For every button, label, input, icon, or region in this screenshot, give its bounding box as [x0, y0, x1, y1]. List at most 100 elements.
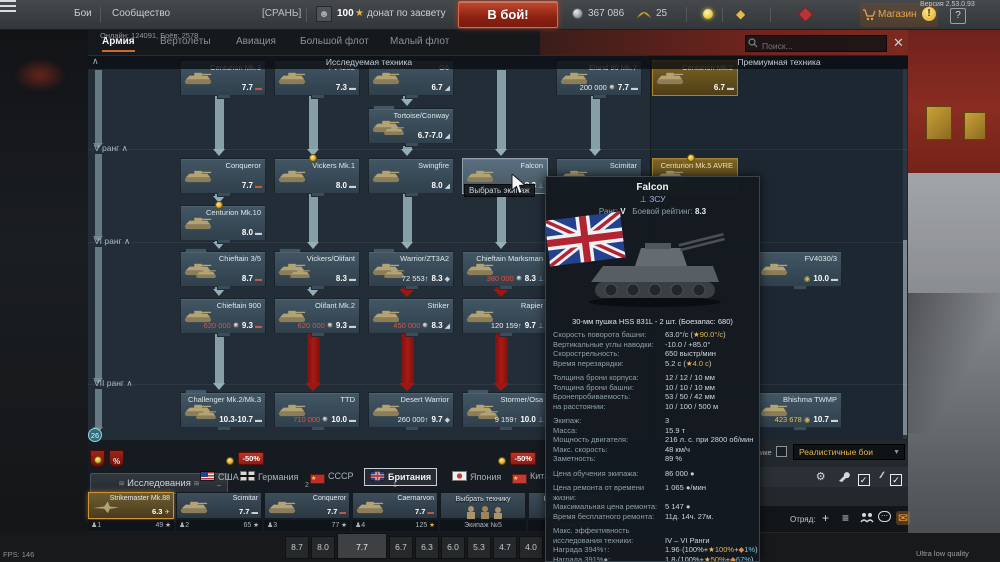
br-tab-5.3[interactable]: 5.3 [467, 536, 491, 559]
vehicle-tile-ttd[interactable]: TTD710 000 10.0▬ [274, 392, 360, 428]
vehicle-tile-centurion-mk-10[interactable]: Centurion Mk.108.0▬ [180, 205, 266, 241]
vehicle-tile-desert-warrior[interactable]: Desert Warrior260 000↑9.7◆ [368, 392, 454, 428]
add-squad-icon[interactable]: + [822, 511, 829, 525]
vehicle-tile-chieftain-marksman[interactable]: Chieftain Marksman380 000 8.3⊥ [462, 251, 548, 287]
vehicle-name: Vickers Mk.1 [312, 161, 355, 170]
br-filter-strip: 8.78.07.76.76.36.05.34.74.0 [0, 533, 1000, 562]
nation-tab-jp[interactable]: Япония [452, 471, 501, 489]
br-tab-4.7[interactable]: 4.7 [493, 536, 517, 559]
help-button[interactable]: ? [950, 8, 966, 24]
silver-lions-amount[interactable]: 367 086 [588, 8, 624, 19]
vehicle-tile-vickers-mk-1[interactable]: Vickers Mk.18.0▬ [274, 158, 360, 194]
gear-icon[interactable]: ⚙ [816, 470, 826, 483]
golden-eagles-amount[interactable]: 25 [656, 8, 667, 19]
search-box[interactable] [745, 35, 887, 52]
close-icon[interactable]: ✕ [893, 35, 904, 51]
br-tab-6.3[interactable]: 6.3 [415, 536, 439, 559]
rank-scroll-arrow[interactable] [95, 154, 102, 236]
menu-community[interactable]: Сообщество [112, 8, 170, 19]
player-name[interactable]: донат по засвету [367, 8, 446, 19]
booster-ticket-icon[interactable] [798, 7, 814, 23]
vehicle-tile-vickers-olifant[interactable]: Vickers/Olifant8.3▬ [274, 251, 360, 287]
menu-icon[interactable] [0, 0, 16, 12]
vehicle-tile-challenger-mk-2-mk-3[interactable]: Challenger Mk.2/Mk.310.3-10.7▬ [180, 392, 266, 428]
battle-rating-row: 450 000 8.3◢ [393, 321, 450, 330]
discount-percent-shield-icon[interactable]: % [109, 450, 124, 467]
br-tab-6.7[interactable]: 6.7 [389, 536, 413, 559]
tile-connector [499, 427, 513, 431]
br-tab-8.0[interactable]: 8.0 [311, 536, 335, 559]
tab-большой-флот[interactable]: Большой флот [300, 36, 369, 47]
discount-badge: -50% [226, 452, 264, 465]
vehicle-name: Challenger Mk.2/Mk.3 [188, 395, 261, 404]
vehicle-name: Desert Warrior [401, 395, 449, 404]
tab-малый-флот[interactable]: Малый флот [390, 36, 449, 47]
vehicle-name: Conqueror [226, 161, 261, 170]
br-tab-4.0[interactable]: 4.0 [519, 536, 543, 559]
hangar-background-floor [908, 173, 1000, 562]
vehicle-name: Centurion Mk.10 [206, 208, 261, 217]
mode-checkbox[interactable] [776, 446, 787, 457]
camo-checkbox[interactable]: ✓ [890, 474, 902, 486]
game-mode-dropdown[interactable]: Реалистичные бои▼ [793, 444, 905, 460]
chat-icon[interactable]: ⋯ [878, 511, 891, 522]
tank-icon [277, 168, 307, 183]
vehicle-tile-rapier[interactable]: Rapier120 159↑9.7⊥ [462, 298, 548, 334]
menu-battles[interactable]: Бои [74, 8, 92, 19]
tech-tree-panel: Исследуемая техника Премиумная техника ∧… [88, 55, 908, 440]
right-panel: ике Реалистичные бои▼ ⚙ ✓ ∕∕∕ ✓ Отряд: +… [760, 440, 908, 533]
vehicle-tile-conqueror[interactable]: Conqueror7.7▬ [180, 158, 266, 194]
vehicle-tile-fv4030-3[interactable]: FV4030/3 ◉10.0▬ [756, 251, 842, 287]
mail-icon[interactable]: ✉ [896, 511, 910, 525]
br-tab-6.0[interactable]: 6.0 [441, 536, 465, 559]
br-tab-8.7[interactable]: 8.7 [285, 536, 309, 559]
gem-icon[interactable]: ◆ [736, 7, 745, 21]
tile-connector [405, 143, 419, 147]
clock-icon [94, 456, 102, 464]
vehicle-tile-tortoise-conway[interactable]: Tortoise/Conway6.7-7.0◢ [368, 108, 454, 144]
tooltip-stats: Скорость поворота башни:63.0°/с (★90.0°/… [553, 330, 752, 562]
vehicle-name: Chieftain 900 [217, 301, 261, 310]
group-icon[interactable] [860, 511, 874, 523]
rank-scroll-arrow[interactable] [95, 247, 102, 378]
vehicle-tile-striker[interactable]: Striker 450 000 8.3◢ [368, 298, 454, 334]
clan-tag[interactable]: [СРАНЬ] [262, 8, 301, 19]
tank-icon [465, 168, 495, 183]
crew-slot-1[interactable]: Strikemaster Mk.886.3 ✈ [88, 492, 174, 519]
crew-slot-4[interactable]: Caernarvon7.7 ▬ [352, 492, 438, 519]
crew-slot-5[interactable]: Выбрать технику [440, 492, 526, 519]
wrench-icon[interactable] [837, 470, 850, 483]
scrollbar-thumb[interactable] [903, 240, 907, 435]
vehicle-tile-warrior-zt3a2[interactable]: Warrior/ZT3A272 553↑8.3◆ [368, 251, 454, 287]
rank-scroll-arrow[interactable] [95, 70, 102, 143]
tab-вертолёты[interactable]: Вертолёты [160, 36, 211, 47]
list-icon[interactable]: ≡ [842, 511, 849, 525]
tile-connector [499, 333, 513, 337]
tab-авиация[interactable]: Авиация [236, 36, 276, 47]
vehicle-tile-bhishma-twmp[interactable]: Bhishma TWMP423 678 ◉10.7▬ [756, 392, 842, 428]
br-tab-7.7[interactable]: 7.7 [337, 533, 387, 559]
vehicle-class-icon: ▬ [349, 85, 356, 92]
vehicle-tile-chieftain-3-5[interactable]: Chieftain 3/58.7▬ [180, 251, 266, 287]
group-folder-tab [373, 248, 395, 252]
event-clock-shield-icon[interactable] [90, 450, 105, 467]
vehicle-tile-swingfire[interactable]: Swingfire8.0◢ [368, 158, 454, 194]
vehicle-tile-olifant-mk-2[interactable]: Olifant Mk.2620 000 9.3▬ [274, 298, 360, 334]
repair-checkbox[interactable]: ✓ [858, 474, 870, 486]
search-input[interactable] [746, 39, 886, 54]
tab-active-армия[interactable]: Армия [102, 36, 135, 52]
crew-slot-3[interactable]: Conqueror7.7 ▬ [264, 492, 350, 519]
tank-icon [195, 409, 218, 420]
vehicle-tile-chieftain-900[interactable]: Chieftain 900620 000 9.3▬ [180, 298, 266, 334]
camo-icon[interactable]: ∕∕∕ [881, 470, 883, 480]
bulb-icon[interactable] [703, 9, 713, 19]
avatar[interactable]: ☻ [316, 6, 332, 22]
rank-scroll-arrow[interactable] [95, 389, 102, 427]
crew-slot-2[interactable]: Scimitar7.7 ▬ [176, 492, 262, 519]
vehicle-name: Striker [427, 301, 449, 310]
flag-ger-icon [240, 471, 255, 481]
collapse-icon[interactable]: ∧ [92, 56, 99, 67]
to-battle-button[interactable]: В бой! [458, 1, 558, 28]
vehicle-tile-stormer-osa[interactable]: Stormer/Osa9 159↑10.0⊥ [462, 392, 548, 428]
vehicle-name: Stormer/Osa [500, 395, 543, 404]
